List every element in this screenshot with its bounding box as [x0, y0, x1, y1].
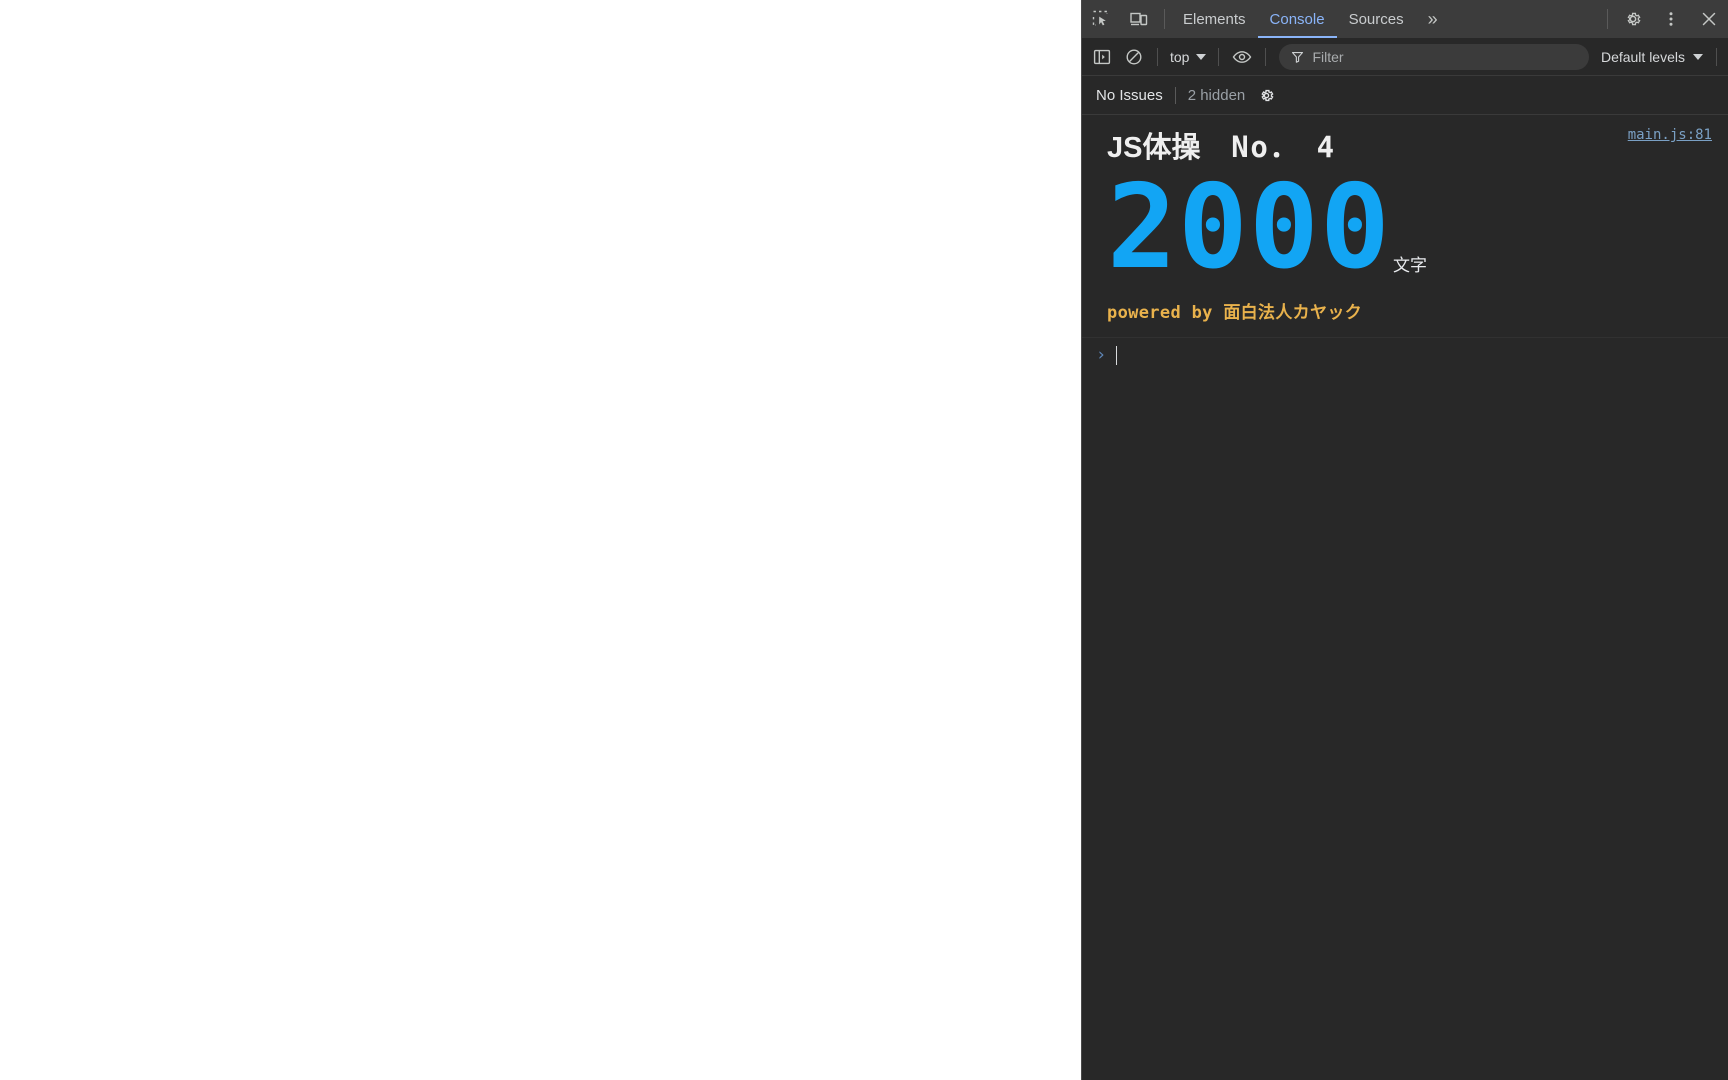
- filter-funnel-icon: [1292, 51, 1304, 63]
- tab-elements-label: Elements: [1183, 10, 1246, 28]
- console-prompt[interactable]: ›: [1082, 338, 1728, 373]
- tabbar-spacer: [1450, 0, 1601, 38]
- console-settings-gear-icon[interactable]: [1257, 86, 1276, 105]
- browser-window: Elements Console Sources » top Filter De…: [0, 0, 1728, 1080]
- chevron-down-icon: [1196, 53, 1207, 60]
- issues-count-label[interactable]: No Issues: [1096, 87, 1163, 104]
- log-title-prefix: JS体操: [1107, 132, 1201, 164]
- tab-sources-label: Sources: [1348, 10, 1404, 28]
- log-levels-selector[interactable]: Default levels: [1595, 49, 1709, 65]
- tab-console-label: Console: [1269, 10, 1325, 28]
- page-viewport: [0, 0, 1081, 1080]
- devtools-panel: Elements Console Sources » top Filter De…: [1081, 0, 1728, 1080]
- filter-input-wrapper[interactable]: [1279, 43, 1589, 70]
- inspect-element-icon[interactable]: [1082, 0, 1120, 38]
- console-toolbar-divider-2: [1218, 47, 1220, 66]
- console-toolbar: top Default levels: [1082, 38, 1728, 76]
- issues-bar: No Issues 2 hidden: [1082, 76, 1728, 115]
- log-powered-by: powered by 面白法人カヤック: [1107, 303, 1363, 324]
- kebab-menu-icon[interactable]: [1652, 0, 1690, 38]
- tabbar-divider: [1164, 9, 1165, 29]
- chevron-down-icon: [1693, 53, 1703, 60]
- gear-icon[interactable]: [1614, 0, 1652, 38]
- search-input[interactable]: [1312, 48, 1577, 65]
- console-toolbar-divider-3: [1265, 47, 1267, 66]
- tabbar-actions: [1601, 0, 1728, 38]
- clear-console-icon[interactable]: [1118, 42, 1150, 72]
- devtools-tabbar: Elements Console Sources »: [1082, 0, 1728, 38]
- device-toolbar-icon[interactable]: [1120, 0, 1158, 38]
- console-toolbar-divider-4: [1716, 47, 1717, 66]
- hidden-messages-label[interactable]: 2 hidden: [1188, 87, 1246, 104]
- log-big-number-row: 2000 文字: [1096, 168, 1714, 290]
- execution-context-label: top: [1170, 48, 1190, 65]
- console-toolbar-divider-1: [1157, 47, 1158, 66]
- issues-bar-divider: [1174, 86, 1176, 104]
- execution-context-selector[interactable]: top: [1165, 44, 1211, 70]
- tab-elements[interactable]: Elements: [1171, 0, 1258, 38]
- log-source-link[interactable]: main.js:81: [1628, 127, 1712, 143]
- log-big-number-unit: 文字: [1393, 256, 1427, 276]
- tab-sources[interactable]: Sources: [1337, 0, 1416, 38]
- console-sidebar-icon[interactable]: [1086, 42, 1118, 72]
- more-tabs-label: »: [1427, 8, 1438, 29]
- close-icon[interactable]: [1690, 0, 1728, 38]
- console-output: main.js:81 JS体操 No． 4 2000 文字 powered by…: [1082, 115, 1728, 1080]
- tab-console[interactable]: Console: [1257, 0, 1337, 38]
- log-big-number: 2000: [1107, 160, 1391, 296]
- text-cursor: [1116, 346, 1118, 366]
- console-log-message: main.js:81 JS体操 No． 4 2000 文字 powered by…: [1082, 115, 1728, 339]
- tabbar-actions-divider: [1607, 9, 1608, 29]
- more-tabs-icon[interactable]: »: [1416, 0, 1450, 38]
- log-levels-label: Default levels: [1600, 48, 1685, 65]
- prompt-chevron-icon: ›: [1096, 345, 1107, 366]
- live-expression-icon[interactable]: [1226, 42, 1258, 72]
- log-title-number: No． 4: [1200, 130, 1336, 164]
